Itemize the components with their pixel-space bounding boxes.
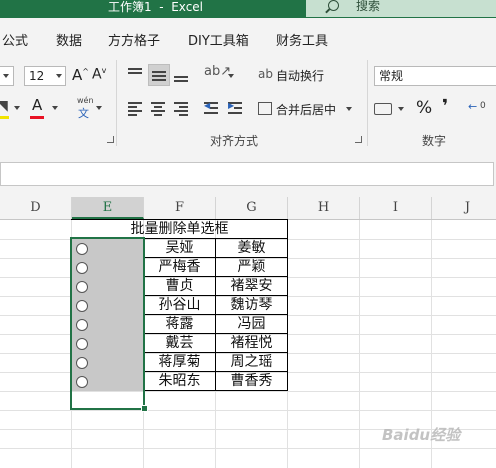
column-headers: D E F G H I J	[0, 197, 496, 220]
column-header-j[interactable]: J	[432, 197, 496, 219]
font-color-swatch	[30, 116, 44, 119]
table-cell[interactable]: 褚程悦	[216, 333, 287, 353]
title-bar: 工作簿1 - Excel 搜索	[0, 0, 496, 18]
table-cell[interactable]: 蒋厚菊	[144, 352, 215, 372]
fill-handle[interactable]	[141, 405, 148, 412]
table-cell[interactable]: 周之瑶	[216, 352, 287, 372]
formula-input[interactable]	[0, 162, 494, 186]
percent-style-icon[interactable]: %	[416, 98, 432, 118]
search-label: 搜索	[356, 0, 381, 13]
tab-formulas[interactable]: 公式	[2, 30, 28, 49]
paint-bucket-icon[interactable]: ◥	[0, 98, 8, 114]
search-box[interactable]: 搜索	[306, 0, 496, 17]
font-dialog-launcher-icon[interactable]	[107, 136, 114, 143]
number-group-label: 数字	[422, 134, 447, 148]
merge-center-label: 合并后居中	[276, 103, 337, 117]
chevron-down-icon	[96, 106, 102, 110]
table-cell[interactable]: 姜敏	[216, 238, 287, 258]
column-header-d[interactable]: D	[0, 197, 72, 219]
decrease-indent-icon[interactable]: ◀	[204, 100, 220, 116]
accounting-format-button[interactable]	[374, 100, 404, 118]
chevron-down-icon	[52, 106, 58, 110]
merge-cells-icon	[258, 102, 272, 115]
alignment-dialog-launcher-icon[interactable]	[355, 136, 362, 143]
search-icon	[328, 0, 339, 11]
currency-icon	[374, 103, 392, 115]
gridline	[0, 410, 496, 411]
tab-diy-toolbox[interactable]: DIY工具箱	[188, 30, 249, 49]
table-cell[interactable]: 戴芸	[144, 333, 215, 353]
chevron-down-icon	[346, 107, 352, 111]
chevron-down-icon	[398, 107, 404, 111]
column-header-f[interactable]: F	[144, 197, 216, 219]
selection-range[interactable]	[70, 237, 145, 410]
ribbon: 12 A^ Av ◥ A wén 文 ab↗ ◀ ▶ ab 自动换行 合并后居中…	[0, 56, 496, 154]
number-format-select[interactable]: 常规	[374, 66, 496, 86]
align-middle-icon[interactable]	[148, 64, 170, 86]
increase-indent-icon[interactable]: ▶	[228, 100, 244, 116]
chevron-down-icon	[228, 74, 234, 78]
table-title[interactable]: 批量删除单选框	[72, 219, 287, 239]
align-center-icon[interactable]	[151, 100, 167, 116]
align-right-icon[interactable]	[174, 100, 190, 116]
column-header-h[interactable]: H	[288, 197, 360, 219]
shrink-font-icon[interactable]: Av	[92, 66, 106, 83]
column-header-g[interactable]: G	[216, 197, 288, 219]
column-header-i[interactable]: I	[360, 197, 432, 219]
ribbon-tabs: 公式 数据 方方格子 DIY工具箱 财务工具	[0, 18, 496, 56]
tab-fangfang[interactable]: 方方格子	[108, 30, 160, 49]
table-cell[interactable]: 吴娅	[144, 238, 215, 258]
tab-data[interactable]: 数据	[56, 30, 82, 49]
font-color-icon[interactable]: A	[32, 96, 42, 114]
table-cell[interactable]: 曹贞	[144, 276, 215, 296]
align-top-icon[interactable]	[128, 66, 144, 82]
gridline	[0, 448, 496, 449]
chevron-down-icon	[14, 106, 20, 110]
table-cell[interactable]: 曹香秀	[216, 371, 287, 391]
table-cell[interactable]: 褚翠安	[216, 276, 287, 296]
grow-font-icon[interactable]: A^	[72, 66, 89, 84]
phonetic-guide-icon[interactable]: wén 文	[74, 96, 94, 120]
table-cell[interactable]: 严颖	[216, 257, 287, 277]
table-cell[interactable]: 冯园	[216, 314, 287, 334]
table-border	[287, 219, 288, 391]
increase-decimal-icon[interactable]: ← 0	[468, 100, 496, 118]
formula-bar-area	[0, 153, 496, 197]
align-bottom-icon[interactable]	[174, 66, 190, 82]
column-header-e[interactable]: E	[72, 197, 144, 219]
chevron-down-icon	[56, 74, 62, 78]
align-left-icon[interactable]	[128, 100, 144, 116]
wrap-text-label: 自动换行	[276, 69, 325, 83]
wrap-text-icon: ab	[258, 67, 273, 81]
fill-color-swatch	[0, 116, 9, 119]
chevron-down-icon	[3, 74, 9, 78]
font-size-value: 12	[29, 69, 45, 83]
window-title: 工作簿1 - Excel	[108, 0, 204, 14]
group-separator	[116, 60, 117, 146]
alignment-group-label: 对齐方式	[210, 134, 259, 148]
number-format-value: 常规	[379, 69, 404, 83]
table-cell[interactable]: 严梅香	[144, 257, 215, 277]
watermark: Baidu经验	[382, 426, 461, 444]
group-separator	[367, 60, 368, 146]
table-cell[interactable]: 朱昭东	[144, 371, 215, 391]
worksheet-grid[interactable]: D E F G H I J 批量删除单选框 吴娅 姜敏 严梅香 严颖 曹贞 褚翠…	[0, 197, 496, 468]
comma-style-icon[interactable]: ❜	[442, 96, 448, 117]
tab-finance-tools[interactable]: 财务工具	[276, 30, 328, 49]
table-cell[interactable]: 孙谷山	[144, 295, 215, 315]
table-cell[interactable]: 魏访琴	[216, 295, 287, 315]
wrap-text-button[interactable]: ab 自动换行	[258, 66, 370, 84]
table-cell[interactable]: 蒋露	[144, 314, 215, 334]
